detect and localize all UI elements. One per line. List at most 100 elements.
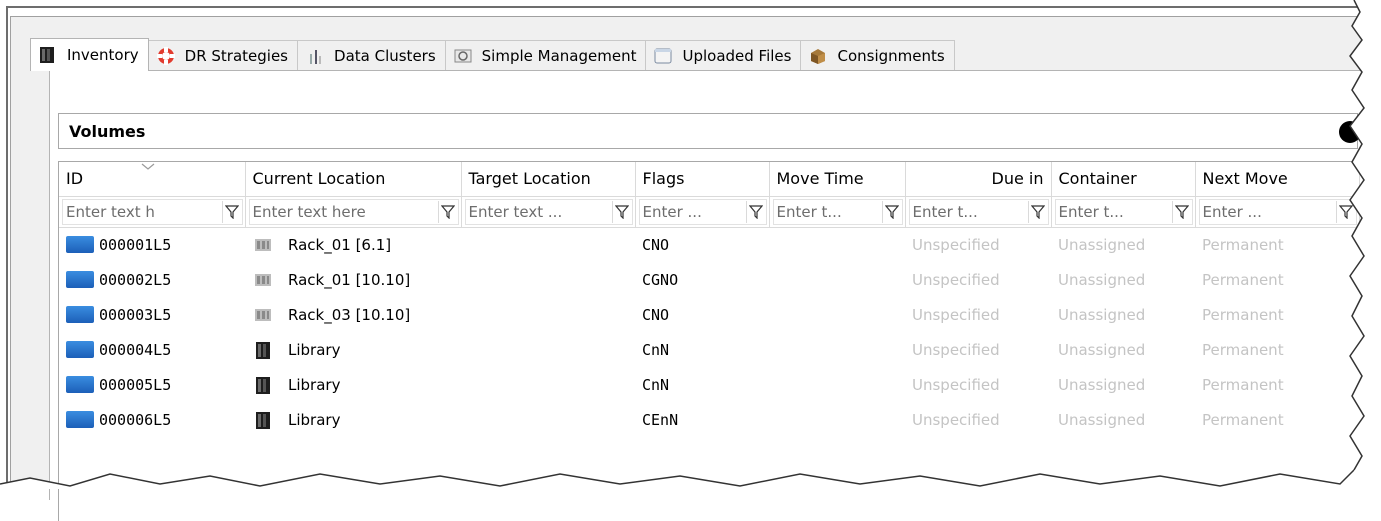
filter-input-current-location[interactable] (249, 202, 438, 221)
filter-input-move-time[interactable] (773, 202, 882, 221)
flags-cell: CGNO (642, 270, 679, 289)
table-row[interactable]: 000004L5 Library CnN Unspecified Unassig… (59, 332, 1359, 367)
tab-label: Consignments (837, 46, 945, 65)
filter-icon[interactable] (221, 200, 242, 223)
tab-label: Inventory (67, 46, 139, 64)
flags-cell: CNO (642, 305, 670, 324)
management-icon (453, 46, 473, 66)
tape-icon (66, 376, 94, 393)
location-cell: Rack_01 [6.1] (245, 227, 461, 262)
tab-consignments[interactable]: Consignments (800, 40, 955, 70)
id-cell: 000003L5 (59, 297, 245, 332)
location-cell: Library (245, 332, 461, 367)
filter-icon[interactable] (1171, 200, 1192, 223)
library-icon (252, 409, 274, 431)
filter-input-id[interactable] (63, 202, 222, 221)
rack-icon (252, 269, 274, 291)
column-header-due-in[interactable]: Due in (905, 162, 1052, 197)
filter-icon[interactable] (1027, 200, 1048, 223)
table-row[interactable]: 000001L5 Rack_01 [6.1] CNO Unspecified U… (59, 227, 1359, 262)
column-header-move-time[interactable]: Move Time (769, 162, 906, 197)
volume-id: 000006L5 (99, 410, 172, 429)
filter-icon[interactable] (881, 200, 902, 223)
cluster-icon (305, 46, 325, 66)
rack-icon (252, 304, 274, 326)
tab-content-area: Volumes ID Current Location Target Locat… (49, 70, 1379, 521)
id-cell: 000005L5 (59, 367, 245, 402)
filter-input-target-location[interactable] (465, 202, 612, 221)
volume-id: 000004L5 (99, 340, 172, 359)
tab-data-clusters[interactable]: Data Clusters (297, 40, 446, 70)
filter-icon[interactable] (437, 200, 458, 223)
move-time-cell (769, 297, 905, 332)
due-in-cell: Unspecified (912, 340, 1000, 359)
tab-label: Data Clusters (334, 46, 436, 65)
filter-input-flags[interactable] (639, 202, 746, 221)
filter-cell-current-location (245, 196, 462, 228)
move-time-cell (769, 227, 905, 262)
container-cell: Unassigned (1058, 305, 1146, 324)
target-cell (461, 262, 635, 297)
column-header-next-move[interactable]: Next Move (1195, 162, 1360, 197)
sort-caret-icon (141, 163, 155, 170)
location-text: Library (288, 410, 341, 429)
container-cell: Unassigned (1058, 235, 1146, 254)
tab-uploaded-files[interactable]: Uploaded Files (645, 40, 802, 70)
location-cell: Library (245, 367, 461, 402)
column-header-flags[interactable]: Flags (635, 162, 770, 197)
library-icon (38, 45, 58, 65)
flags-cell: CNO (642, 235, 670, 254)
due-in-cell: Unspecified (912, 410, 1000, 429)
tab-label: DR Strategies (184, 46, 289, 65)
filter-input-next-move[interactable] (1199, 202, 1336, 221)
tab-dr-strategies[interactable]: DR Strategies (147, 40, 299, 70)
tape-icon (66, 411, 94, 428)
table-row[interactable]: 000006L5 Library CEnN Unspecified Unassi… (59, 402, 1359, 437)
container-cell: Unassigned (1058, 375, 1146, 394)
panel-button[interactable] (1339, 121, 1361, 143)
column-header-target-location[interactable]: Target Location (461, 162, 636, 197)
column-header-current-location[interactable]: Current Location (245, 162, 462, 197)
library-icon (252, 374, 274, 396)
tab-bar: Inventory DR Strategies Data Clusters Si… (30, 38, 955, 71)
filter-input-due-in[interactable] (909, 202, 1028, 221)
flags-cell: CEnN (642, 410, 679, 429)
due-in-cell: Unspecified (912, 375, 1000, 394)
move-time-cell (769, 332, 905, 367)
tab-inventory[interactable]: Inventory (30, 38, 149, 71)
volume-id: 000001L5 (99, 235, 172, 254)
volume-id: 000005L5 (99, 375, 172, 394)
filter-cell-next-move (1195, 196, 1360, 228)
filter-icon[interactable] (1335, 200, 1356, 223)
filter-cell-due-in (905, 196, 1052, 228)
filter-icon[interactable] (611, 200, 632, 223)
next-move-cell: Permanent (1202, 270, 1284, 289)
location-text: Library (288, 375, 341, 394)
filter-input-container[interactable] (1055, 202, 1172, 221)
filter-icon[interactable] (745, 200, 766, 223)
target-cell (461, 332, 635, 367)
lifebuoy-icon (156, 46, 176, 66)
filter-cell-flags (635, 196, 770, 228)
tape-icon (66, 271, 94, 288)
filter-row (59, 196, 1360, 228)
id-cell: 000001L5 (59, 227, 245, 262)
section-header: Volumes (58, 113, 1361, 149)
id-cell: 000004L5 (59, 332, 245, 367)
move-time-cell (769, 367, 905, 402)
id-cell: 000006L5 (59, 402, 245, 437)
location-text: Rack_03 [10.10] (288, 305, 411, 324)
tape-icon (66, 236, 94, 254)
column-header-container[interactable]: Container (1051, 162, 1196, 197)
container-cell: Unassigned (1058, 410, 1146, 429)
table-row[interactable]: 000003L5 Rack_03 [10.10] CNO Unspecified… (59, 297, 1359, 332)
due-in-cell: Unspecified (912, 305, 1000, 324)
column-header-id[interactable]: ID (59, 162, 246, 197)
tab-simple-management[interactable]: Simple Management (444, 40, 647, 70)
container-cell: Unassigned (1058, 270, 1146, 289)
location-text: Rack_01 [10.10] (288, 270, 411, 289)
table-row[interactable]: 000005L5 Library CnN Unspecified Unassig… (59, 367, 1359, 402)
volume-id: 000002L5 (99, 270, 172, 289)
location-cell: Rack_03 [10.10] (245, 297, 461, 332)
table-row[interactable]: 000002L5 Rack_01 [10.10] CGNO Unspecifie… (59, 262, 1359, 297)
